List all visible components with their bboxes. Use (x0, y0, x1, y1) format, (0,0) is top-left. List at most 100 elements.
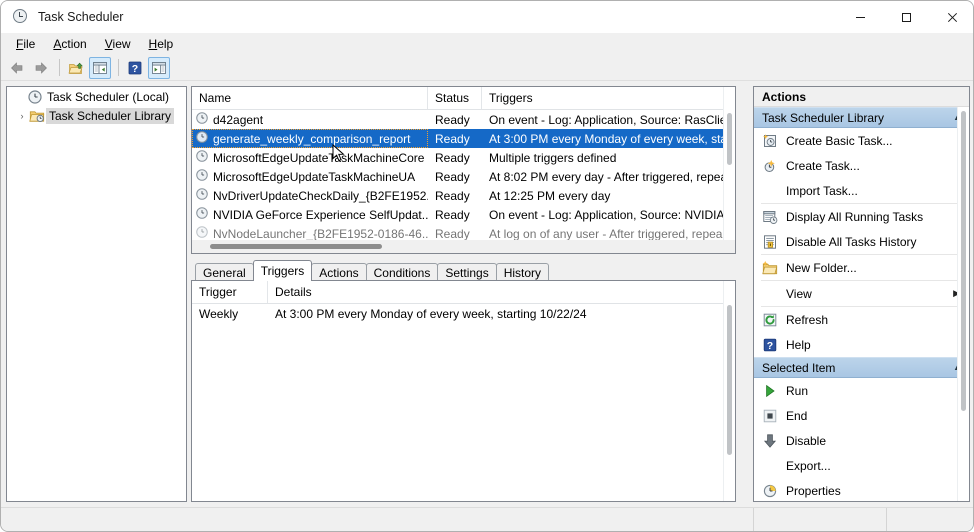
toolbar: ? (1, 55, 973, 81)
column-header-name[interactable]: Name (192, 87, 428, 109)
disable-icon (762, 433, 786, 449)
folder-clock-icon (29, 108, 46, 124)
menu-file-rest: ile (23, 37, 36, 51)
tab-conditions[interactable]: Conditions (365, 263, 439, 281)
tab-history[interactable]: History (495, 263, 550, 281)
action-refresh[interactable]: Refresh (754, 307, 969, 332)
action-new-folder[interactable]: New Folder... (754, 255, 969, 280)
table-row[interactable]: generate_weekly_comparison_report Ready … (192, 129, 735, 148)
menu-help-rest: elp (157, 37, 174, 51)
task-status-cell: Ready (435, 169, 470, 184)
tab-triggers[interactable]: Triggers (252, 260, 313, 281)
tree-expander-library[interactable]: › (15, 111, 29, 121)
history-icon (762, 234, 786, 250)
action-create-task[interactable]: Create Task... (754, 153, 969, 178)
minimize-button[interactable] (837, 1, 883, 33)
actions-group-header-selected-item[interactable]: Selected Item ▲ (754, 357, 969, 378)
scrollbar-thumb[interactable] (727, 305, 732, 455)
task-list: Name Status Triggers d42agent Ready On e… (191, 86, 736, 254)
column-header-status[interactable]: Status (428, 87, 482, 109)
table-row[interactable]: MicrosoftEdgeUpdateTaskMachineUA Ready A… (192, 167, 735, 186)
running-tasks-icon (762, 209, 786, 225)
action-import-task[interactable]: Import Task... (754, 178, 969, 203)
column-header-details[interactable]: Details (268, 281, 735, 303)
show-hide-console-tree-button[interactable] (89, 56, 111, 79)
show-hide-action-pane-button[interactable] (148, 56, 170, 79)
create-task-icon (762, 158, 786, 174)
tab-actions[interactable]: Actions (311, 263, 367, 281)
action-properties[interactable]: Properties (754, 478, 969, 501)
status-divider-1 (753, 508, 754, 531)
forward-button[interactable] (30, 57, 52, 79)
column-header-triggers[interactable]: Triggers (482, 87, 735, 109)
table-row[interactable]: NVIDIA GeForce Experience SelfUpdat... R… (192, 205, 735, 224)
column-header-trigger[interactable]: Trigger (192, 281, 268, 303)
toolbar-separator-2 (118, 59, 119, 76)
triggers-detail-vertical-scrollbar[interactable] (723, 281, 735, 501)
action-create-basic-task[interactable]: Create Basic Task... (754, 128, 969, 153)
menu-action[interactable]: Action (44, 35, 95, 53)
menu-file[interactable]: File (7, 35, 44, 53)
tab-settings[interactable]: Settings (437, 263, 497, 281)
table-row[interactable]: Weekly At 3:00 PM every Monday of every … (192, 304, 735, 324)
refresh-icon (762, 312, 786, 328)
task-name-cell: MicrosoftEdgeUpdateTaskMachineCore (192, 148, 428, 167)
task-status-cell: Ready (435, 188, 470, 203)
svg-text:?: ? (767, 340, 773, 352)
create-basic-task-icon (762, 133, 786, 149)
action-label: View (786, 286, 812, 301)
help-button[interactable]: ? (124, 57, 146, 79)
action-label: Refresh (786, 312, 829, 327)
menu-action-rest: ction (61, 37, 87, 51)
detail-tabs: General Triggers Actions Conditions Sett… (191, 260, 736, 281)
action-run[interactable]: Run (754, 378, 969, 403)
action-help[interactable]: ? Help (754, 332, 969, 357)
action-label: End (786, 408, 808, 423)
actions-group-header-library[interactable]: Task Scheduler Library ▲ (754, 107, 969, 128)
action-label: New Folder... (786, 260, 857, 275)
actions-pane-vertical-scrollbar[interactable] (957, 107, 969, 501)
action-label: Disable All Tasks History (786, 234, 917, 249)
action-label: Disable (786, 433, 827, 448)
status-bar (1, 507, 973, 531)
action-export[interactable]: Export... (754, 453, 969, 478)
toolbar-separator-1 (59, 59, 60, 76)
menu-help[interactable]: Help (140, 35, 183, 53)
up-one-level-button[interactable] (65, 57, 87, 79)
menu-view[interactable]: View (96, 35, 140, 53)
task-triggers-cell: At 3:00 PM every Monday of every week, s… (489, 131, 732, 146)
scrollbar-thumb[interactable] (210, 244, 382, 249)
action-label: Help (786, 337, 811, 352)
help-icon: ? (762, 337, 786, 353)
task-scheduler-window: Task Scheduler File Action View Help ? T… (0, 0, 974, 532)
group-header-label: Selected Item (762, 360, 836, 375)
task-name-cell: NvDriverUpdateCheckDaily_{B2FE1952... (192, 186, 428, 205)
task-status-cell: Ready (435, 112, 470, 127)
group-header-label: Task Scheduler Library (762, 110, 885, 125)
table-row[interactable]: NvDriverUpdateCheckDaily_{B2FE1952... Re… (192, 186, 735, 205)
action-disable-all-tasks-history[interactable]: Disable All Tasks History (754, 229, 969, 254)
scrollbar-thumb[interactable] (727, 113, 732, 165)
clock-icon (195, 149, 209, 166)
back-button[interactable] (6, 57, 28, 79)
tree-node-task-scheduler-local[interactable]: Task Scheduler (Local) (7, 87, 186, 106)
scrollbar-thumb[interactable] (961, 111, 966, 411)
menu-view-rest: iew (112, 37, 131, 51)
maximize-button[interactable] (883, 1, 929, 33)
action-end[interactable]: End (754, 403, 969, 428)
action-display-all-running-tasks[interactable]: Display All Running Tasks (754, 204, 969, 229)
close-button[interactable] (929, 1, 973, 33)
task-list-horizontal-scrollbar[interactable] (192, 240, 735, 253)
new-folder-icon (762, 260, 786, 276)
task-list-vertical-scrollbar[interactable] (723, 87, 735, 253)
table-row[interactable]: MicrosoftEdgeUpdateTaskMachineCore Ready… (192, 148, 735, 167)
action-label: Export... (786, 458, 831, 473)
action-view[interactable]: View ▶ (754, 281, 969, 306)
clock-icon (195, 187, 209, 204)
task-status-cell: Ready (435, 131, 470, 146)
tab-general[interactable]: General (195, 263, 254, 281)
tree-node-task-scheduler-library[interactable]: › Task Scheduler Library (7, 106, 186, 125)
table-row[interactable]: d42agent Ready On event - Log: Applicati… (192, 110, 735, 129)
action-label: Create Basic Task... (786, 133, 893, 148)
action-disable[interactable]: Disable (754, 428, 969, 453)
